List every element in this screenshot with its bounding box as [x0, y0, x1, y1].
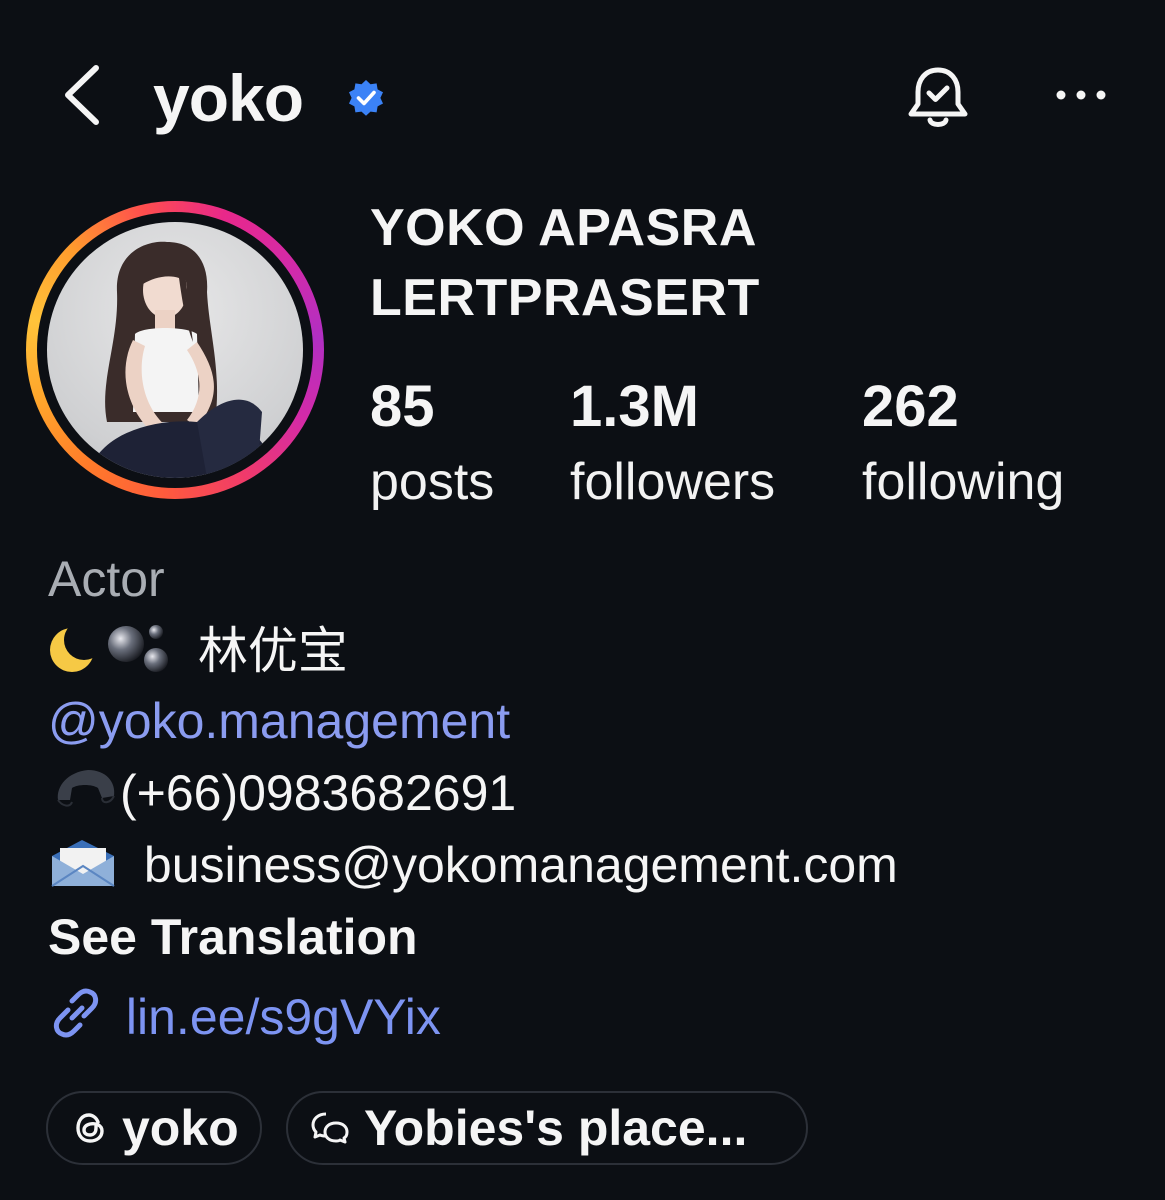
following-label[interactable]: following: [862, 450, 1064, 514]
channel-chat-icon: [311, 1112, 349, 1144]
profile-avatar-story-ring[interactable]: [26, 201, 324, 499]
bell-check-icon: [908, 67, 968, 127]
notifications-button[interactable]: [902, 62, 974, 134]
verified-badge-icon: [346, 78, 386, 118]
telephone-receiver-icon: [48, 762, 120, 832]
back-button[interactable]: [56, 60, 112, 130]
incoming-envelope-icon: [48, 834, 120, 904]
threads-profile-chip[interactable]: yoko: [46, 1091, 262, 1165]
bio-line-name: 林优宝: [48, 620, 348, 690]
profile-full-name-line1: YOKO APASRA: [370, 199, 757, 257]
phone-number: (+66)0983682691: [120, 765, 517, 822]
link-icon: [48, 986, 106, 1056]
chinese-name: 林优宝: [197, 623, 348, 680]
chevron-left-icon: [65, 65, 99, 125]
threads-chip-label: yoko: [122, 1100, 239, 1156]
bio-phone-line: (+66)0983682691: [48, 762, 516, 832]
channel-chip-label: Yobies's place...: [364, 1100, 748, 1156]
broadcast-channel-chip[interactable]: Yobies's place...: [286, 1091, 808, 1165]
threads-icon: [76, 1113, 104, 1143]
followers-count[interactable]: 1.3M: [570, 372, 699, 442]
management-mention-link[interactable]: @yoko.management: [48, 690, 510, 752]
see-translation-button[interactable]: See Translation: [48, 906, 418, 968]
avatar: [47, 222, 303, 478]
more-options-button[interactable]: [1054, 80, 1108, 110]
bio-email-line: business@yokomanagement.com: [48, 834, 898, 904]
bubbles-icon: [104, 620, 174, 690]
posts-count[interactable]: 85: [370, 372, 435, 442]
profile-category: Actor: [48, 551, 165, 607]
more-dots-icon: [1056, 90, 1106, 100]
profile-full-name-line2: LERTPRASERT: [370, 269, 760, 327]
bio-external-link[interactable]: lin.ee/s9gVYix: [48, 986, 441, 1056]
following-count[interactable]: 262: [862, 372, 959, 442]
posts-label[interactable]: posts: [370, 450, 494, 514]
email-address[interactable]: business@yokomanagement.com: [144, 837, 898, 893]
profile-username-title: yoko: [153, 61, 304, 135]
crescent-moon-icon: [48, 620, 104, 690]
bio-link-text[interactable]: lin.ee/s9gVYix: [126, 989, 441, 1045]
followers-label[interactable]: followers: [570, 450, 775, 514]
